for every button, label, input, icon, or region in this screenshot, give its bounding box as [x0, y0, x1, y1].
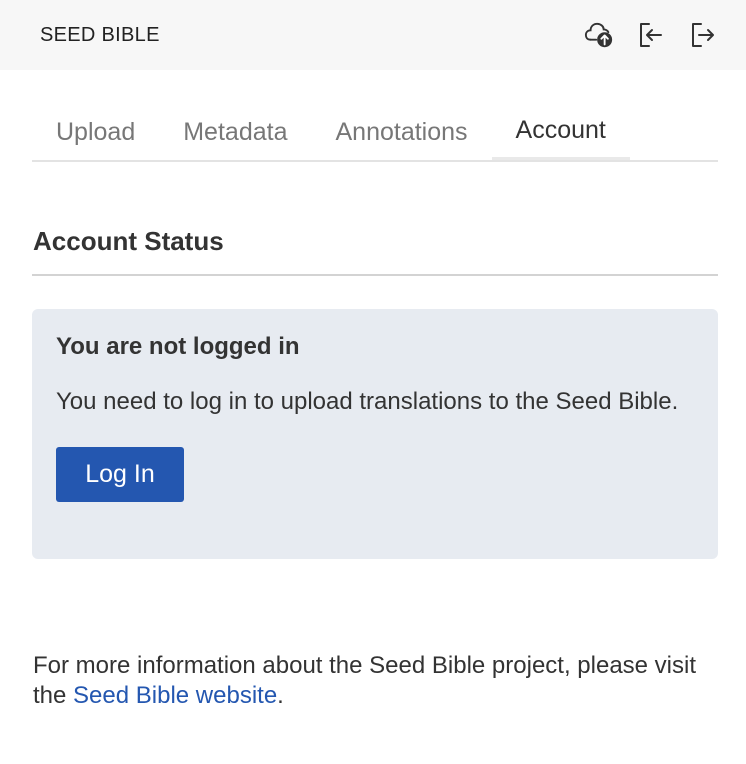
tab-metadata[interactable]: Metadata	[159, 108, 311, 160]
cloud-upload-icon[interactable]	[584, 20, 614, 50]
tab-annotations[interactable]: Annotations	[311, 108, 491, 160]
account-status-box: You are not logged in You need to log in…	[32, 309, 718, 559]
tab-bar: Upload Metadata Annotations Account	[32, 108, 718, 162]
tab-upload[interactable]: Upload	[32, 108, 159, 160]
section-divider	[32, 274, 718, 276]
login-icon[interactable]	[636, 20, 666, 50]
footer-info: For more information about the Seed Bibl…	[33, 651, 723, 711]
logout-icon[interactable]	[688, 20, 718, 50]
footer-text-after: .	[277, 682, 284, 709]
section-title: Account Status	[33, 226, 224, 256]
status-heading: You are not logged in	[56, 333, 300, 360]
title-bar-actions	[584, 20, 718, 50]
login-button[interactable]: Log In	[56, 447, 184, 502]
status-message: You need to log in to upload translation…	[56, 388, 679, 415]
seed-bible-website-link[interactable]: Seed Bible website	[73, 682, 277, 709]
app-title: SEED BIBLE	[40, 24, 160, 46]
title-bar: SEED BIBLE	[0, 0, 746, 70]
tab-account[interactable]: Account	[491, 108, 630, 160]
